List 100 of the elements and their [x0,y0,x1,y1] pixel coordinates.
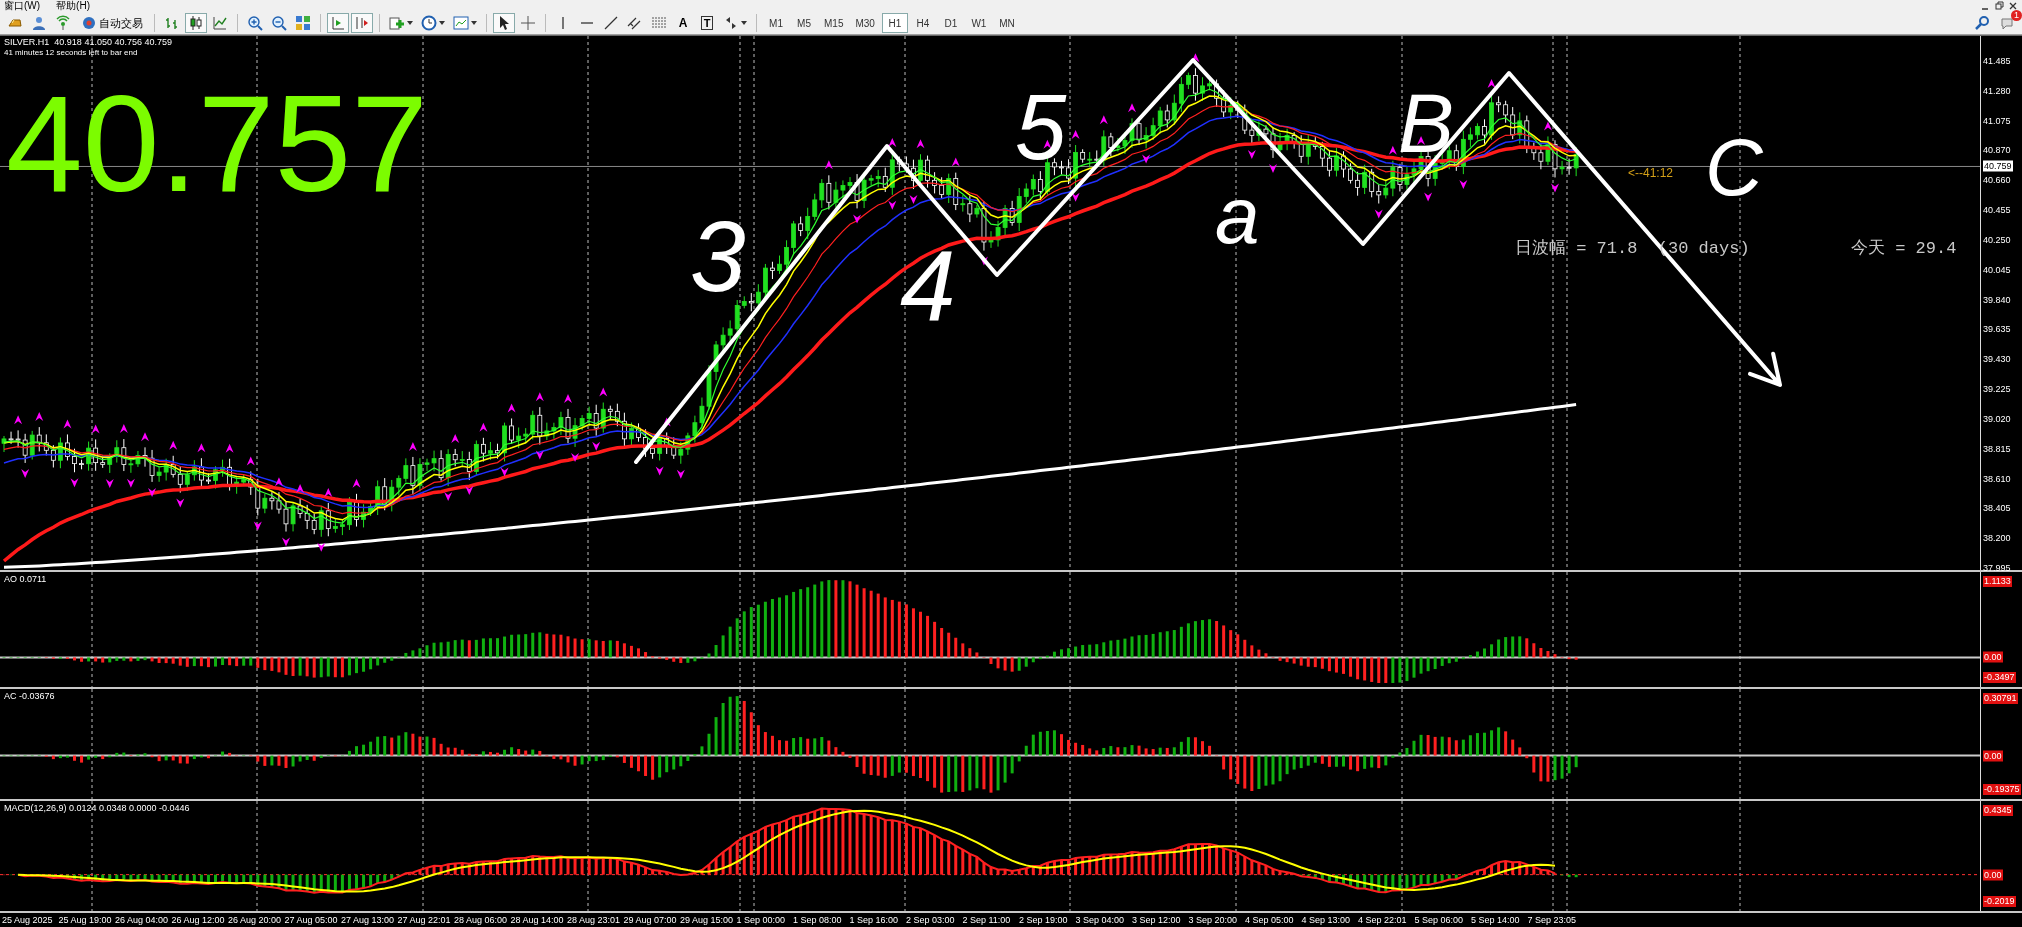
indicator-tick: 0.00 [1983,651,2003,663]
user-icon [31,15,47,31]
timeframe-button[interactable]: M15 [819,13,849,33]
menu-item[interactable]: 帮助(H) [56,0,90,12]
countdown-label: <--41:12 [1628,166,1674,180]
close-icon[interactable] [2008,1,2018,11]
notification-badge: 1 [2011,10,2022,21]
chart-shift-icon [330,15,346,31]
indicator-label: AO 0.0711 [4,574,47,584]
zoom-out-icon [271,15,287,31]
wave-label: a [1215,176,1260,256]
caret-icon [407,21,413,25]
cursor-button[interactable] [493,13,515,33]
wave-label: 5 [1015,81,1067,173]
tile-icon [295,15,311,31]
chat-icon[interactable] [2000,15,2016,31]
time-tick: 26 Aug 20:00 [228,915,283,925]
label-tool-button[interactable]: T [696,13,718,33]
indicator-tick: 0.30791 [1983,693,2018,704]
wave-label: C [1705,128,1763,208]
price-tick: 38.610 [1983,473,2011,484]
indicator-tick: 0.00 [1983,869,2003,881]
restore-icon[interactable] [1994,1,2004,11]
price-tick: 41.280 [1983,85,2011,97]
chart-shift-button[interactable] [327,13,349,33]
clock-icon [421,15,437,31]
vertical-line-icon [562,17,564,29]
price-tick: 38.405 [1983,502,2011,514]
indicator-tick: -0.2019 [1983,896,2016,907]
timeframe-button[interactable]: D1 [937,13,964,33]
time-tick: 3 Sep 20:00 [1188,915,1239,925]
time-tick: 1 Sep 00:00 [736,915,787,925]
add-indicator-icon [389,15,405,31]
time-tick: 29 Aug 07:00 [623,915,678,925]
price-tick: 37.995 [1983,562,2011,574]
text-tool-button[interactable]: A [672,13,694,33]
time-tick: 5 Sep 14:00 [1471,915,1521,925]
candlestick-chart-button[interactable] [185,13,207,33]
indicator-tick: 0.4345 [1983,805,2013,816]
price-tick: 40.045 [1983,264,2011,276]
crosshair-icon [520,15,536,31]
symbol-quote: SILVER.H1 40.918 41.050 40.756 40.759 [4,37,172,47]
timeframe-button[interactable]: M30 [850,13,880,33]
time-tick: 25 Aug 2025 [2,915,54,925]
indicator-label: AC -0.03676 [4,691,55,701]
price-tick: 40.870 [1983,144,2011,156]
time-tick: 28 Aug 06:00 [454,915,509,925]
wave-label: 3 [690,206,746,306]
timeframe-button[interactable]: H4 [909,13,936,33]
indicator-tick: -0.3497 [1983,672,2016,683]
fibonacci-icon [651,15,667,31]
time-tick: 28 Aug 23:01 [567,915,622,925]
time-tick: 2 Sep 03:00 [906,915,956,925]
time-tick: 25 Aug 19:00 [58,915,113,925]
time-tick: 27 Aug 05:00 [284,915,339,925]
caret-icon [439,21,445,25]
time-tick: 2 Sep 19:00 [1019,915,1069,925]
price-tick: 38.200 [1983,532,2011,544]
time-tick: 26 Aug 04:00 [115,915,170,925]
time-tick: 4 Sep 22:01 [1358,915,1408,925]
time-tick: 4 Sep 13:00 [1301,915,1352,925]
time-tick: 28 Aug 14:00 [510,915,565,925]
time-tick: 3 Sep 04:00 [1075,915,1126,925]
candlestick-icon [188,15,204,31]
signal-icon [55,15,71,31]
wave-label: 4 [900,236,956,336]
indicator-tick: 1.1133 [1983,576,2012,587]
price-tick: 39.840 [1983,294,2011,306]
autotrade-button[interactable]: 自动交易 [76,13,148,33]
timeframe-button[interactable]: H1 [881,13,908,33]
timeframe-button[interactable]: M1 [763,13,789,33]
time-tick: 1 Sep 08:00 [793,915,843,925]
price-tick: 40.455 [1983,204,2011,216]
current-price-label: 40.759 [1983,160,2013,172]
bar-timer: 41 minutes 12 seconds left to bar end [4,48,138,57]
price-tick: 41.485 [1983,55,2011,67]
timeframe-button[interactable]: W1 [965,13,992,33]
bar-chart-icon [164,15,180,31]
timeframe-button[interactable]: M5 [791,13,817,33]
auto-scroll-button[interactable] [351,13,373,33]
search-icon[interactable] [1974,15,1990,31]
price-tick: 40.660 [1983,174,2011,186]
template-button[interactable] [450,13,480,33]
trendline-icon [603,15,619,31]
time-tick: 27 Aug 13:00 [341,915,396,925]
price-tick: 41.075 [1983,115,2011,127]
indicator-label: MACD(12,26,9) 0.0124 0.0348 0.0000 -0.0446 [4,803,190,813]
price-tick: 40.250 [1983,234,2011,246]
time-tick: 1 Sep 16:00 [849,915,900,925]
price-tick: 39.020 [1983,413,2011,425]
caret-icon [471,21,477,25]
timeframe-button[interactable]: MN [993,13,1020,33]
time-tick: 2 Sep 11:00 [962,915,1012,925]
time-tick: 4 Sep 05:00 [1245,915,1295,925]
channel-icon [627,15,643,31]
auto-scroll-icon [354,15,370,31]
menu-item[interactable]: 窗口(W) [4,0,41,12]
price-tick: 39.635 [1983,323,2011,335]
caret-icon [741,21,747,25]
time-tick: 26 Aug 12:00 [171,915,226,925]
